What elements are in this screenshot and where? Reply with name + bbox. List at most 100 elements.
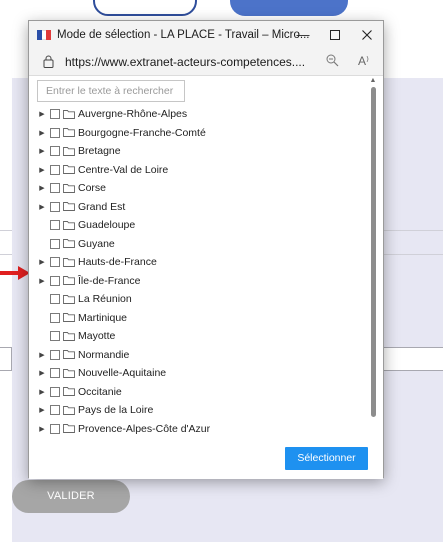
- region-label: Bourgogne-Franche-Comté: [78, 126, 206, 139]
- folder-icon: [63, 239, 75, 249]
- tree-row[interactable]: Guyane: [29, 235, 369, 254]
- region-checkbox[interactable]: [50, 275, 60, 286]
- region-label: Pays de la Loire: [78, 404, 154, 417]
- region-label: Grand Est: [78, 200, 126, 213]
- valider-button[interactable]: VALIDER: [12, 480, 130, 513]
- tree-row[interactable]: Mayotte: [29, 327, 369, 346]
- tree-row[interactable]: ▶ Provence-Alpes-Côte d'Azur: [29, 420, 369, 439]
- search-input[interactable]: [37, 80, 185, 102]
- region-checkbox[interactable]: [50, 405, 60, 416]
- expand-arrow-icon[interactable]: ▶: [37, 425, 47, 433]
- minimize-icon[interactable]: —: [287, 21, 319, 48]
- tree-row[interactable]: ▶ Occitanie: [29, 383, 369, 402]
- expand-arrow-icon[interactable]: ▶: [37, 110, 47, 118]
- tree-row[interactable]: Guadeloupe: [29, 216, 369, 235]
- region-checkbox[interactable]: [50, 127, 60, 138]
- window-title: Mode de sélection - LA PLACE - Travail –…: [57, 28, 310, 41]
- region-label: Île-de-France: [78, 274, 141, 287]
- maximize-icon[interactable]: [319, 21, 351, 48]
- region-label: Centre-Val de Loire: [78, 163, 169, 176]
- region-checkbox[interactable]: [50, 349, 60, 360]
- region-checkbox[interactable]: [50, 164, 60, 175]
- scrollbar-thumb[interactable]: [371, 87, 376, 417]
- page-url[interactable]: https://www.extranet-acteurs-competences…: [65, 55, 305, 69]
- region-label: Occitanie: [78, 385, 122, 398]
- lock-icon: [43, 55, 54, 68]
- region-label: Guyane: [78, 237, 115, 250]
- region-label: Auvergne-Rhône-Alpes: [78, 108, 188, 121]
- scrollbar[interactable]: [369, 87, 377, 417]
- folder-icon: [63, 165, 75, 175]
- folder-icon: [63, 313, 75, 323]
- folder-icon: [63, 387, 75, 397]
- red-arrow-icon: [0, 266, 30, 280]
- read-aloud-icon[interactable]: A⁾: [358, 54, 369, 68]
- tree-row[interactable]: ▶ Auvergne-Rhône-Alpes: [29, 105, 369, 124]
- tree-row[interactable]: ▶ Île-de-France: [29, 272, 369, 291]
- region-checkbox[interactable]: [50, 183, 60, 194]
- region-checkbox[interactable]: [50, 312, 60, 323]
- folder-icon: [63, 350, 75, 360]
- folder-icon: [63, 294, 75, 304]
- region-label: Normandie: [78, 348, 130, 361]
- selection-popup-window: Mode de sélection - LA PLACE - Travail –…: [28, 20, 384, 479]
- expand-arrow-icon[interactable]: ▶: [37, 351, 47, 359]
- region-label: Guadeloupe: [78, 219, 136, 232]
- tree-row[interactable]: ▶ Grand Est: [29, 198, 369, 217]
- folder-icon: [63, 424, 75, 434]
- region-label: Corse: [78, 182, 107, 195]
- close-icon[interactable]: [351, 21, 383, 48]
- tree-row[interactable]: Martinique: [29, 309, 369, 328]
- region-checkbox[interactable]: [50, 201, 60, 212]
- french-flag-icon: [37, 29, 52, 40]
- tree-row[interactable]: ▶ Bretagne: [29, 142, 369, 161]
- region-checkbox[interactable]: [50, 368, 60, 379]
- select-button[interactable]: Sélectionner: [285, 447, 368, 470]
- folder-icon: [63, 202, 75, 212]
- tree-row[interactable]: ▶ Corse: [29, 179, 369, 198]
- expand-arrow-icon[interactable]: ▶: [37, 369, 47, 377]
- region-checkbox[interactable]: [50, 331, 60, 342]
- region-label: Provence-Alpes-Côte d'Azur: [78, 422, 211, 435]
- tree-row[interactable]: ▶ Bourgogne-Franche-Comté: [29, 124, 369, 143]
- folder-icon: [63, 183, 75, 193]
- region-checkbox[interactable]: [50, 238, 60, 249]
- tree-row[interactable]: ▶ Nouvelle-Aquitaine: [29, 364, 369, 383]
- tree-row[interactable]: ▶ Centre-Val de Loire: [29, 161, 369, 180]
- tree-row[interactable]: ▶ Pays de la Loire: [29, 401, 369, 420]
- popup-content: ▶ Auvergne-Rhône-Alpes ▶ Bourgogne-Franche-…: [29, 77, 383, 439]
- folder-icon: [63, 128, 75, 138]
- tree-row[interactable]: La Réunion: [29, 290, 369, 309]
- expand-arrow-icon[interactable]: ▶: [37, 406, 47, 414]
- window-titlebar: Mode de sélection - LA PLACE - Travail –…: [29, 21, 383, 48]
- scroll-up-icon[interactable]: ▲: [369, 77, 377, 85]
- tree-row[interactable]: ▶ Hauts-de-France: [29, 253, 369, 272]
- zoom-out-icon[interactable]: [326, 54, 339, 70]
- region-checkbox[interactable]: [50, 220, 60, 231]
- expand-arrow-icon[interactable]: ▶: [37, 129, 47, 137]
- region-checkbox[interactable]: [50, 257, 60, 268]
- region-checkbox[interactable]: [50, 109, 60, 120]
- expand-arrow-icon[interactable]: ▶: [37, 203, 47, 211]
- region-checkbox[interactable]: [50, 146, 60, 157]
- folder-icon: [63, 368, 75, 378]
- region-checkbox[interactable]: [50, 423, 60, 434]
- region-checkbox[interactable]: [50, 386, 60, 397]
- expand-arrow-icon[interactable]: ▶: [37, 388, 47, 396]
- region-tree: ▶ Auvergne-Rhône-Alpes ▶ Bourgogne-Franche-…: [29, 105, 369, 439]
- background-divider: [0, 254, 12, 255]
- tree-row[interactable]: ▶ Normandie: [29, 346, 369, 365]
- region-label: Martinique: [78, 311, 128, 324]
- region-label: Mayotte: [78, 330, 116, 343]
- address-bar: https://www.extranet-acteurs-competences…: [29, 48, 383, 76]
- expand-arrow-icon[interactable]: ▶: [37, 166, 47, 174]
- region-label: Hauts-de-France: [78, 256, 157, 269]
- region-label: La Réunion: [78, 293, 132, 306]
- expand-arrow-icon[interactable]: ▶: [37, 184, 47, 192]
- folder-icon: [63, 220, 75, 230]
- folder-icon: [63, 109, 75, 119]
- expand-arrow-icon[interactable]: ▶: [37, 277, 47, 285]
- expand-arrow-icon[interactable]: ▶: [37, 147, 47, 155]
- expand-arrow-icon[interactable]: ▶: [37, 258, 47, 266]
- region-checkbox[interactable]: [50, 294, 60, 305]
